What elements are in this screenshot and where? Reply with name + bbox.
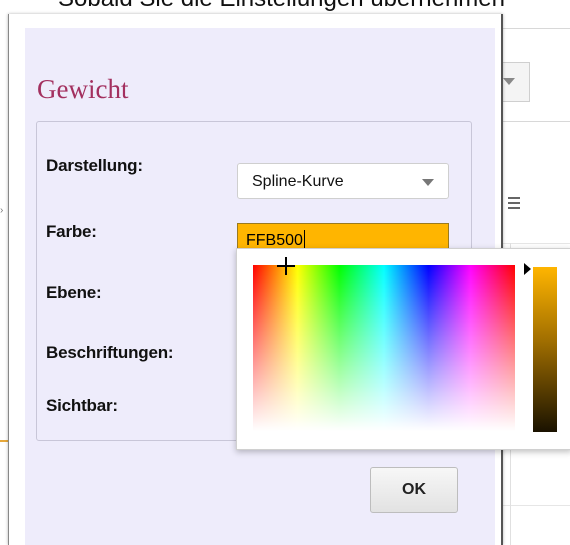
sichtbar-label: Sichtbar: xyxy=(46,396,118,415)
hamburger-icon[interactable] xyxy=(508,197,520,212)
crosshair-icon[interactable] xyxy=(277,257,295,275)
color-picker-popup xyxy=(236,248,570,450)
darstellung-select[interactable]: Spline-Kurve xyxy=(237,163,449,199)
ok-button[interactable]: OK xyxy=(370,467,458,513)
ebene-label: Ebene: xyxy=(46,283,102,302)
background-caption: Sobald Sie die Einstellungen übernehmen xyxy=(58,0,570,12)
beschriftungen-label: Beschriftungen: xyxy=(46,343,174,362)
chevron-down-icon xyxy=(503,78,515,85)
triangle-right-icon[interactable] xyxy=(524,263,531,275)
background-mark: › xyxy=(0,205,4,216)
color-hex-value: FFB500 xyxy=(246,232,303,249)
darstellung-label: Darstellung: xyxy=(46,156,143,175)
chevron-down-icon xyxy=(422,179,434,186)
brightness-slider[interactable] xyxy=(533,267,557,432)
farbe-label: Farbe: xyxy=(46,222,97,241)
color-spectrum[interactable] xyxy=(253,257,515,431)
text-caret xyxy=(303,230,305,248)
darstellung-value: Spline-Kurve xyxy=(252,173,344,190)
